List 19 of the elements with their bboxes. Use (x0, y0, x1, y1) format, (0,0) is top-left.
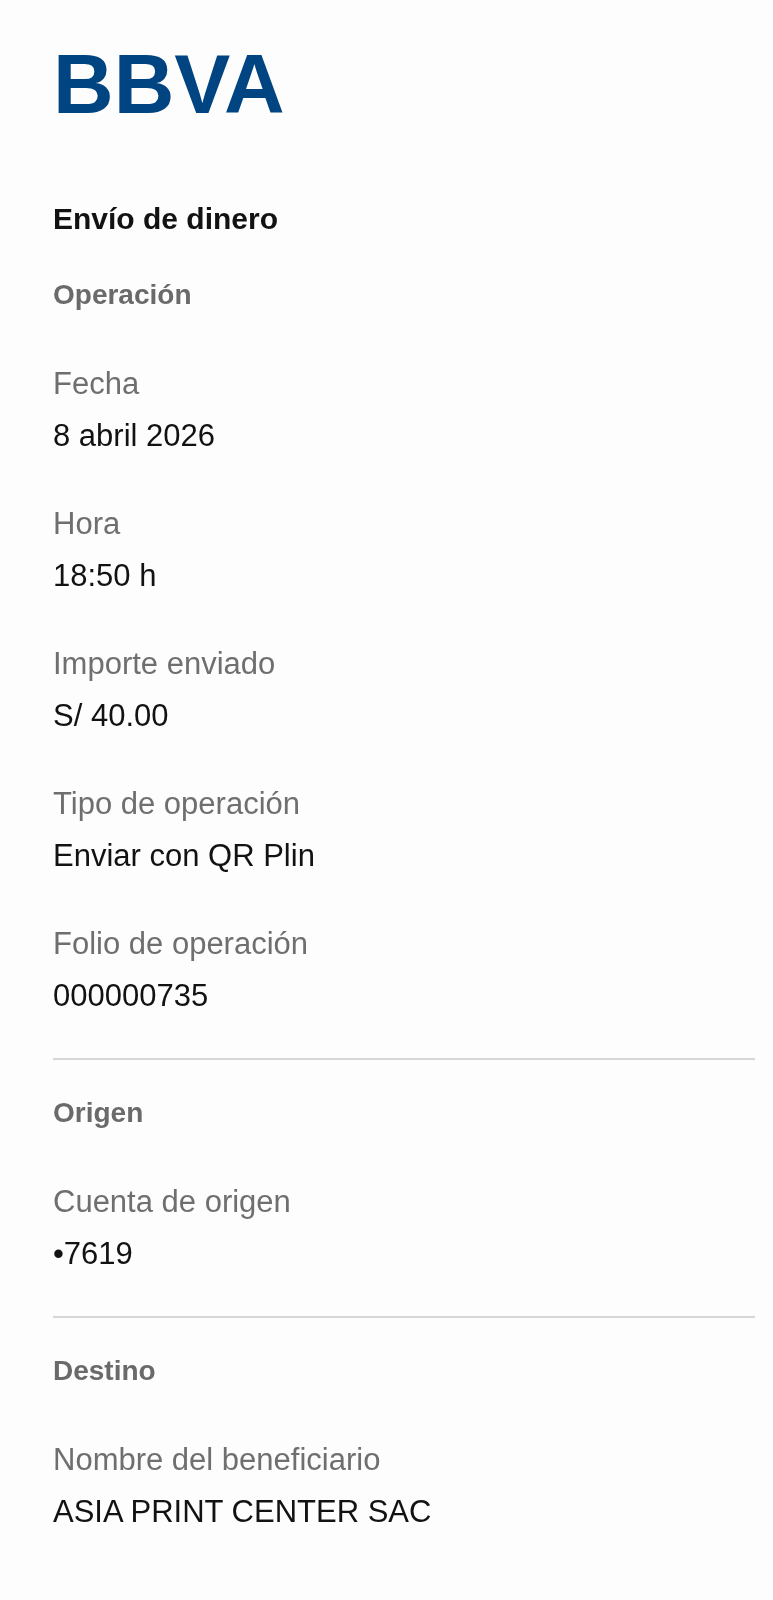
field-value: ASIA PRINT CENTER SAC (53, 1493, 433, 1531)
section-heading: Destino (53, 1354, 157, 1388)
field-value: Enviar con QR Plin (53, 837, 316, 875)
field-label: Tipo de operación (53, 785, 302, 823)
field-value: 000000735 (53, 977, 210, 1015)
page-title: Envío de dinero (53, 201, 280, 237)
field-label: Importe enviado (53, 645, 277, 683)
field-value: 18:50 h (53, 557, 158, 595)
field-label: Fecha (53, 365, 141, 403)
section-heading: Origen (53, 1096, 145, 1130)
field-label: Hora (53, 505, 122, 543)
bbva-logo: BBVA (53, 36, 286, 132)
field-value: S/ 40.00 (53, 697, 170, 735)
field-label: Cuenta de origen (53, 1183, 292, 1221)
field-value: •7619 (53, 1235, 134, 1273)
field-label: Folio de operación (53, 925, 310, 963)
section-heading: Operación (53, 278, 193, 312)
field-label: Nombre del beneficiario (53, 1441, 382, 1479)
field-value: 8 abril 2026 (53, 417, 216, 455)
